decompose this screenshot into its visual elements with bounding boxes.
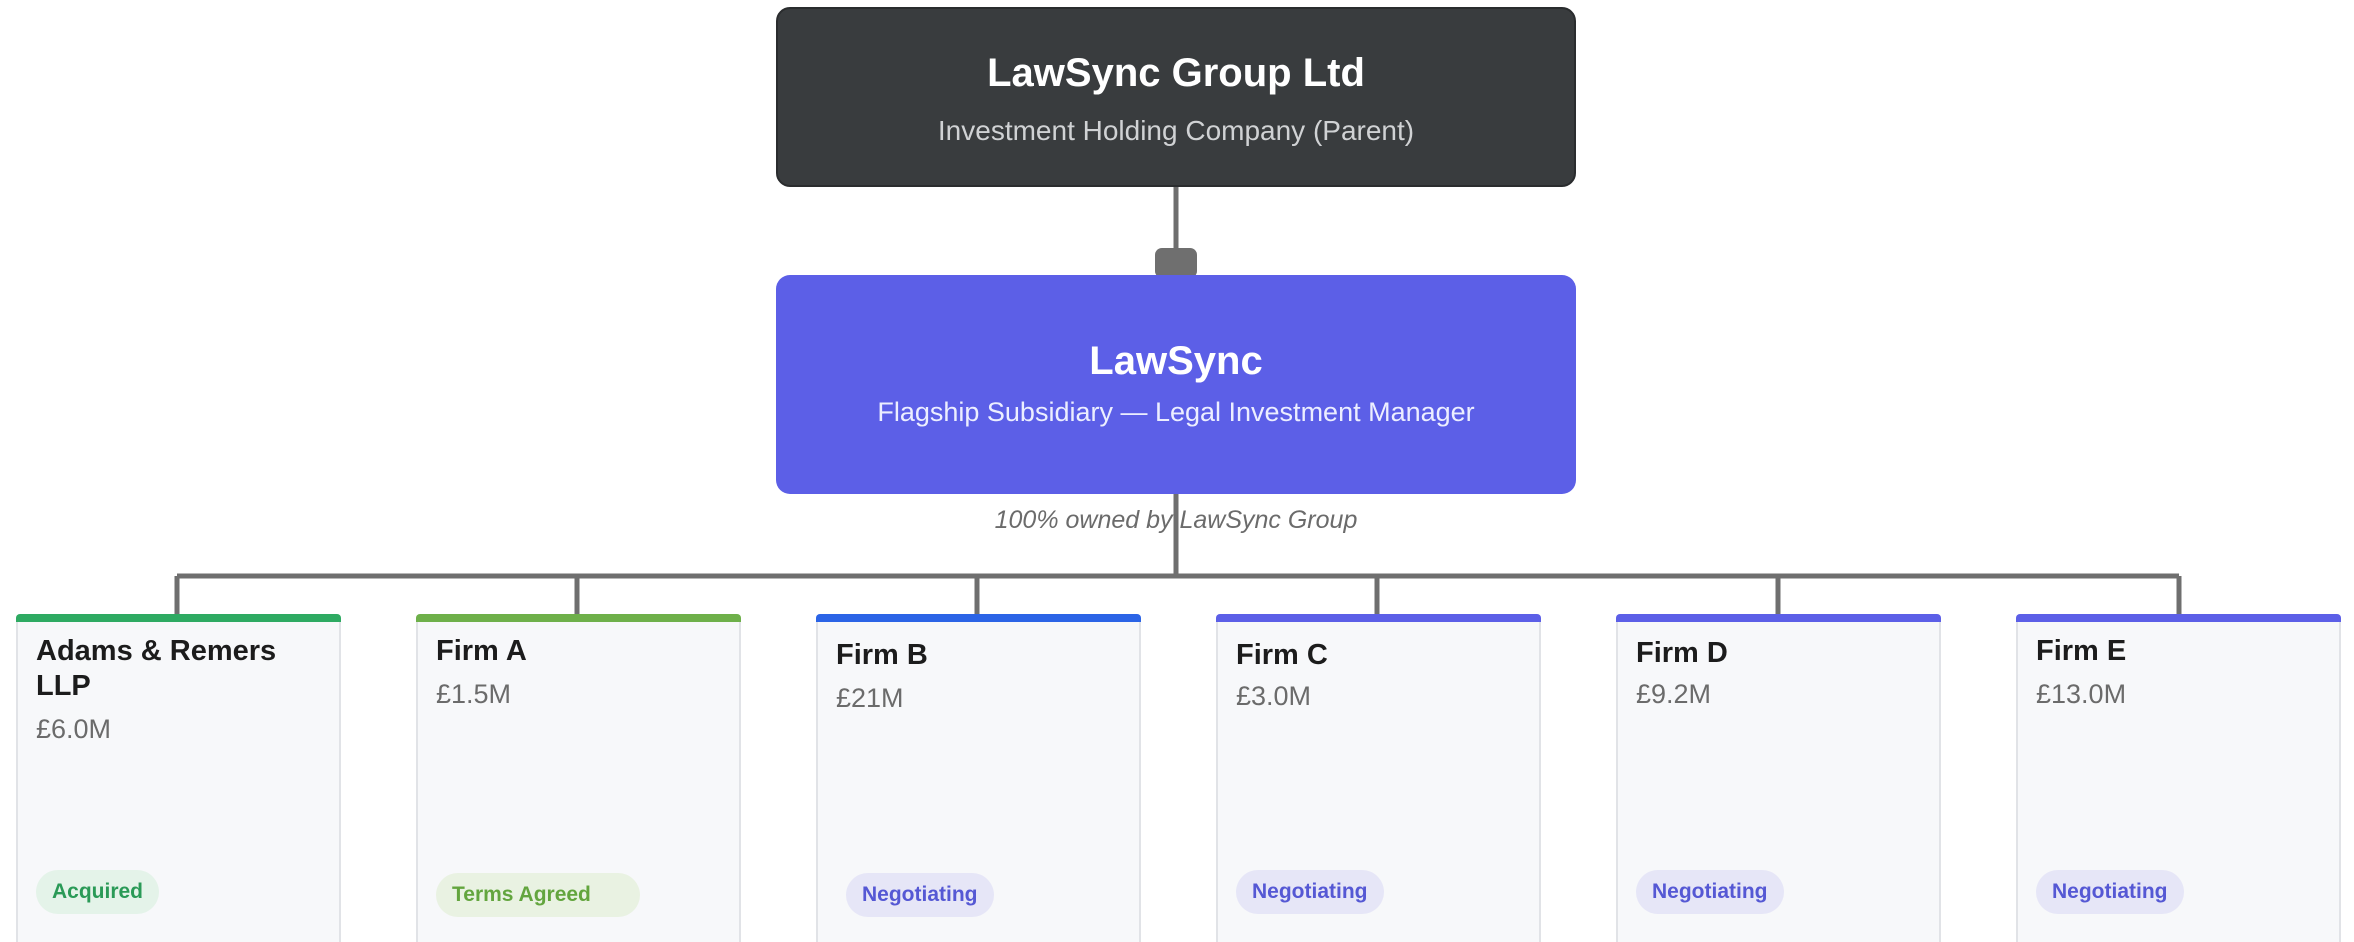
firm-name: Firm C: [1236, 639, 1328, 671]
connector-tab: [1155, 248, 1197, 278]
firm-deal-value: £13.0M: [2036, 679, 2127, 709]
status-badge: Acquired: [36, 870, 160, 914]
firm-name: Firm A: [436, 635, 527, 667]
parent-company-description: Investment Holding Company (Parent): [937, 115, 1415, 146]
status-badge: Negotiating: [846, 873, 994, 917]
subsidiary-description: Flagship Subsidiary — Legal Investment M…: [877, 397, 1475, 427]
firm-name: Firm E: [2036, 635, 2127, 667]
status-accent-bar: [2016, 614, 2341, 622]
firm-card-firm-d[interactable]: Firm D £9.2M Negotiating: [1616, 614, 1941, 942]
status-badge: Terms Agreed: [436, 873, 640, 917]
firm-deal-value: £21M: [836, 683, 904, 713]
firm-deal-value: £3.0M: [1236, 681, 1312, 711]
subsidiary-name: LawSync: [1089, 339, 1263, 383]
firm-deal-value: £1.5M: [436, 679, 512, 709]
firm-card-adams-remers[interactable]: Adams & Remers LLP £6.0M Acquired: [16, 614, 341, 942]
firm-name: Firm B: [836, 639, 928, 671]
firm-deal-value: £6.0M: [36, 714, 112, 744]
status-badge: Negotiating: [1236, 870, 1384, 914]
status-accent-bar: [1216, 614, 1541, 622]
firm-deal-value: £9.2M: [1636, 679, 1712, 709]
ownership-note: 100% owned by LawSync Group: [994, 506, 1358, 534]
firm-card-firm-e[interactable]: Firm E £13.0M Negotiating: [2016, 614, 2341, 942]
firm-card-firm-a[interactable]: Firm A £1.5M Terms Agreed: [416, 614, 741, 942]
parent-company-name: LawSync Group Ltd: [987, 51, 1365, 95]
org-structure-diagram: LawSync Group Ltd Investment Holding Com…: [0, 0, 2354, 942]
status-accent-bar: [416, 614, 741, 622]
status-badge: Negotiating: [1636, 870, 1784, 914]
firm-card-firm-b[interactable]: Firm B £21M Negotiating: [816, 614, 1141, 942]
status-accent-bar: [816, 614, 1141, 622]
firm-card-firm-c[interactable]: Firm C £3.0M Negotiating: [1216, 614, 1541, 942]
status-accent-bar: [1616, 614, 1941, 622]
subsidiary-node[interactable]: LawSync Flagship Subsidiary — Legal Inve…: [776, 275, 1576, 494]
status-badge: Negotiating: [2036, 870, 2184, 914]
parent-company-node[interactable]: LawSync Group Ltd Investment Holding Com…: [776, 7, 1576, 187]
firm-name: Adams & Remers LLP: [36, 635, 277, 702]
status-accent-bar: [16, 614, 341, 622]
firm-name: Firm D: [1636, 637, 1728, 669]
